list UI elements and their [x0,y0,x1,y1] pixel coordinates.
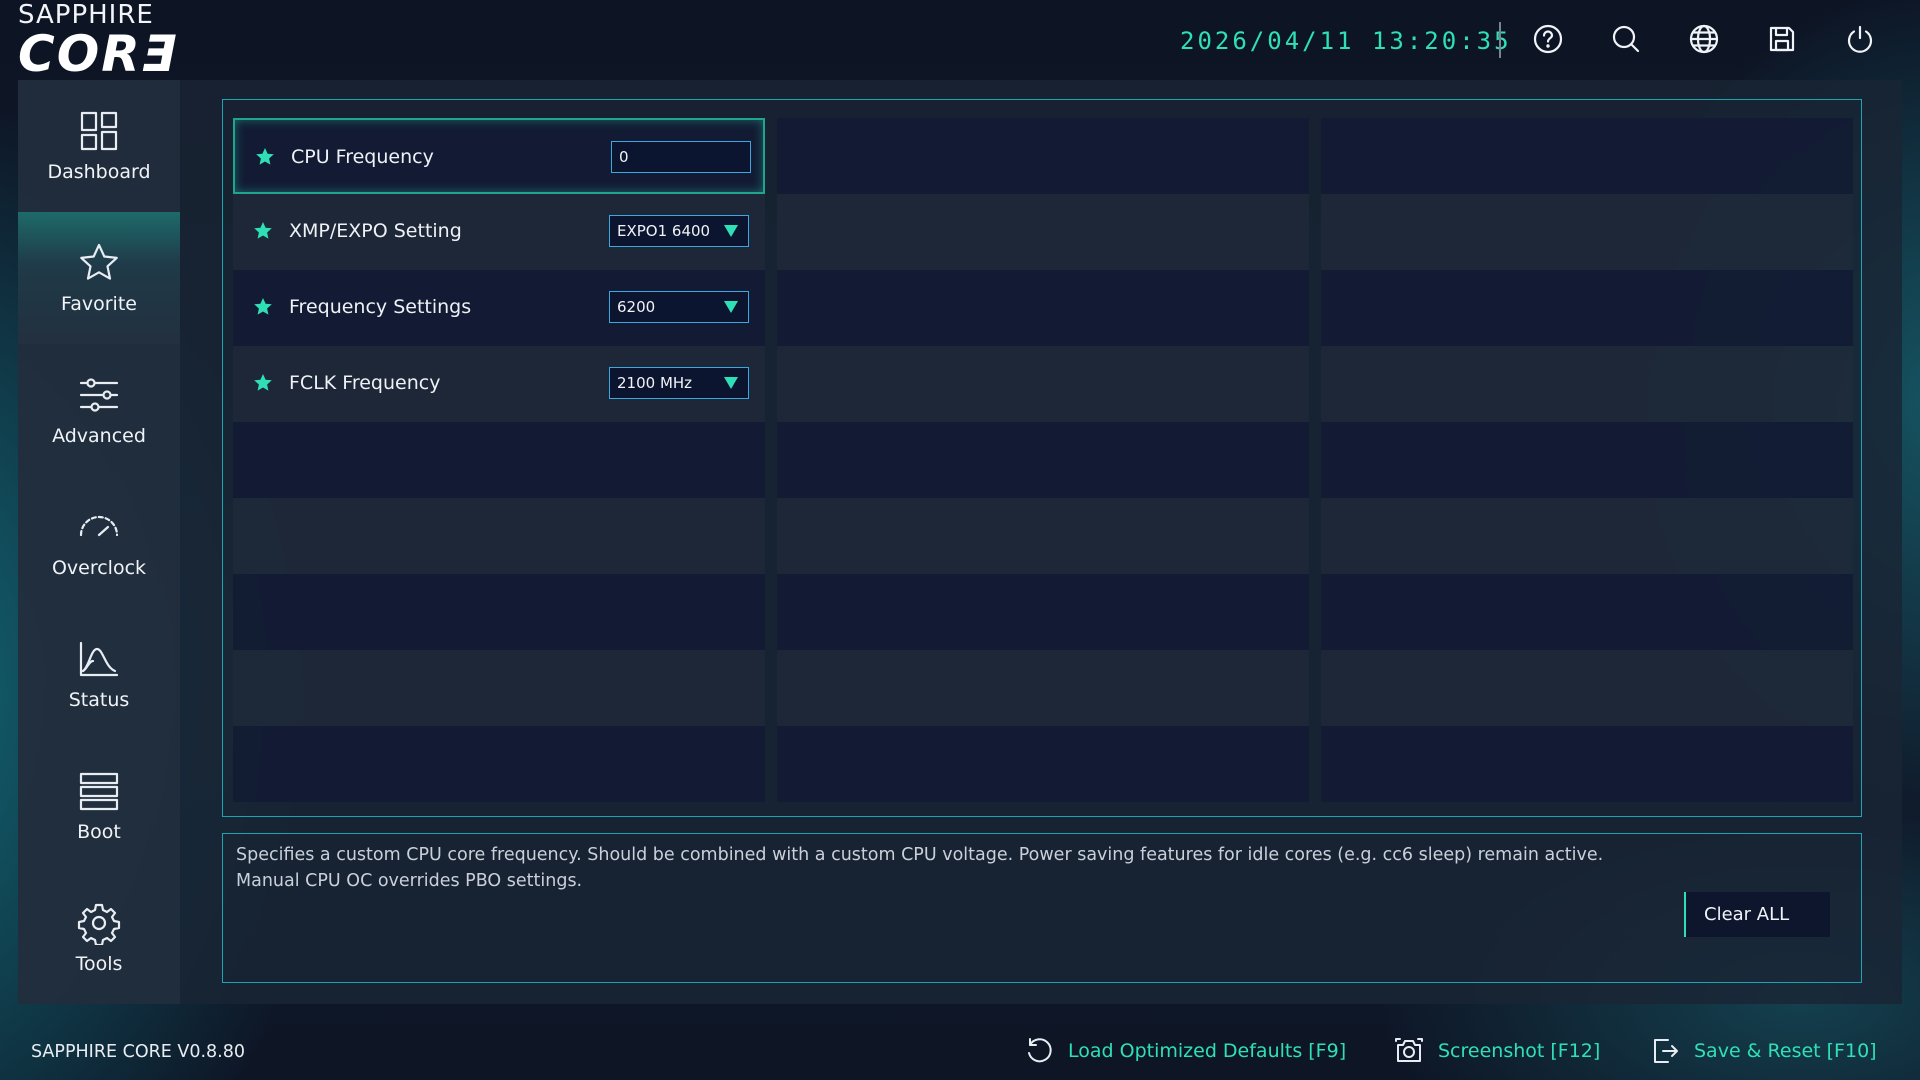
globe-icon[interactable] [1686,21,1722,57]
favorite-row-xmp-expo[interactable]: XMP/EXPO Setting EXPO1 6400 [233,194,765,270]
empty-favorite-slot [1321,422,1853,498]
empty-favorite-slot [777,270,1309,346]
sapphire-core-logo: SAPPHIRE CORƎ [18,2,228,83]
empty-favorite-slot [1321,118,1853,194]
chart-icon [79,641,119,677]
xmp-expo-select[interactable]: EXPO1 6400 [609,215,749,247]
load-defaults-button[interactable]: Load Optimized Defaults [F9] [1024,1031,1346,1071]
setting-label: CPU Frequency [291,146,434,168]
empty-favorite-slot [1321,270,1853,346]
sidebar-item-favorite[interactable]: Favorite [18,212,180,344]
dropdown-arrow-icon [724,301,738,313]
sidebar: Dashboard Favorite Advanced Overclock St… [18,80,180,1004]
favorite-star-icon[interactable] [255,147,275,167]
favorite-star-icon[interactable] [253,297,273,317]
empty-favorite-slot [777,118,1309,194]
reset-icon [1028,1038,1052,1063]
clear-all-button[interactable]: Clear ALL [1684,892,1830,937]
help-icon[interactable] [1530,21,1566,57]
sliders-icon [79,378,119,412]
favorite-row-cpu-frequency[interactable]: CPU Frequency 0 [233,118,765,194]
power-icon[interactable] [1842,21,1878,57]
empty-favorite-slot [777,498,1309,574]
setting-label: Frequency Settings [289,296,472,318]
sidebar-item-boot[interactable]: Boot [18,740,180,872]
favorites-column-2 [777,118,1309,802]
empty-favorite-slot [777,574,1309,650]
sidebar-item-label: Favorite [61,293,137,315]
empty-favorite-slot [777,726,1309,802]
favorite-star-icon[interactable] [253,221,273,241]
dashboard-icon [80,111,118,151]
setting-label: FCLK Frequency [289,372,441,394]
load-defaults-label: Load Optimized Defaults [F9] [1068,1040,1347,1062]
favorites-column-1: CPU Frequency 0 XMP/EXPO Setting EXPO1 6… [233,118,765,802]
empty-favorite-slot [233,498,765,574]
server-icon [79,772,119,811]
save-icon[interactable] [1764,21,1800,57]
empty-favorite-slot [233,422,765,498]
favorite-row-fclk-frequency[interactable]: FCLK Frequency 2100 MHz [233,346,765,422]
star-icon [80,243,118,280]
favorites-column-3 [1321,118,1853,802]
empty-favorite-slot [777,650,1309,726]
empty-favorite-slot [777,194,1309,270]
sidebar-item-label: Tools [75,953,123,975]
favorite-row-frequency-settings[interactable]: Frequency Settings 6200 [233,270,765,346]
sidebar-item-dashboard[interactable]: Dashboard [18,80,180,212]
logo-product-text: CORƎ [18,25,178,83]
select-value: 2100 MHz [617,374,693,392]
sidebar-item-label: Dashboard [47,161,151,183]
setting-description: Specifies a custom CPU core frequency. S… [236,845,1604,891]
screenshot-button[interactable]: Screenshot [F12] [1394,1031,1600,1071]
dropdown-arrow-icon [724,225,738,237]
select-value: EXPO1 6400 [617,222,711,240]
sidebar-item-overclock[interactable]: Overclock [18,476,180,608]
gear-icon [77,903,121,945]
empty-favorite-slot [233,650,765,726]
camera-icon [1395,1038,1423,1062]
sidebar-item-label: Boot [77,821,121,843]
empty-favorite-slot [1321,574,1853,650]
empty-favorite-slot [1321,650,1853,726]
dropdown-arrow-icon [724,377,738,389]
fclk-frequency-select[interactable]: 2100 MHz [609,367,749,399]
favorite-star-icon[interactable] [253,373,273,393]
exit-icon [1654,1039,1678,1063]
empty-favorite-slot [233,574,765,650]
cpu-frequency-input[interactable]: 0 [611,141,751,173]
empty-favorite-slot [777,346,1309,422]
datetime-display: 2026/04/11 13:20:35 [1180,27,1512,55]
screenshot-label: Screenshot [F12] [1438,1040,1601,1062]
version-label: SAPPHIRE CORE V0.8.80 [31,1042,246,1062]
search-icon[interactable] [1608,21,1644,57]
gauge-icon [79,515,119,537]
input-value: 0 [619,148,629,166]
empty-favorite-slot [233,726,765,802]
setting-label: XMP/EXPO Setting [289,220,462,242]
sidebar-item-label: Status [68,689,130,711]
empty-favorite-slot [777,422,1309,498]
sidebar-item-tools[interactable]: Tools [18,872,180,1004]
empty-favorite-slot [1321,194,1853,270]
empty-favorite-slot [1321,498,1853,574]
sidebar-item-status[interactable]: Status [18,608,180,740]
save-reset-button[interactable]: Save & Reset [F10] [1650,1031,1877,1071]
sidebar-item-label: Advanced [52,425,146,447]
empty-favorite-slot [1321,346,1853,422]
sidebar-item-advanced[interactable]: Advanced [18,344,180,476]
save-reset-label: Save & Reset [F10] [1694,1040,1877,1062]
sidebar-item-label: Overclock [51,557,147,579]
empty-favorite-slot [1321,726,1853,802]
select-value: 6200 [617,298,656,316]
frequency-settings-select[interactable]: 6200 [609,291,749,323]
header-divider [1499,22,1501,58]
